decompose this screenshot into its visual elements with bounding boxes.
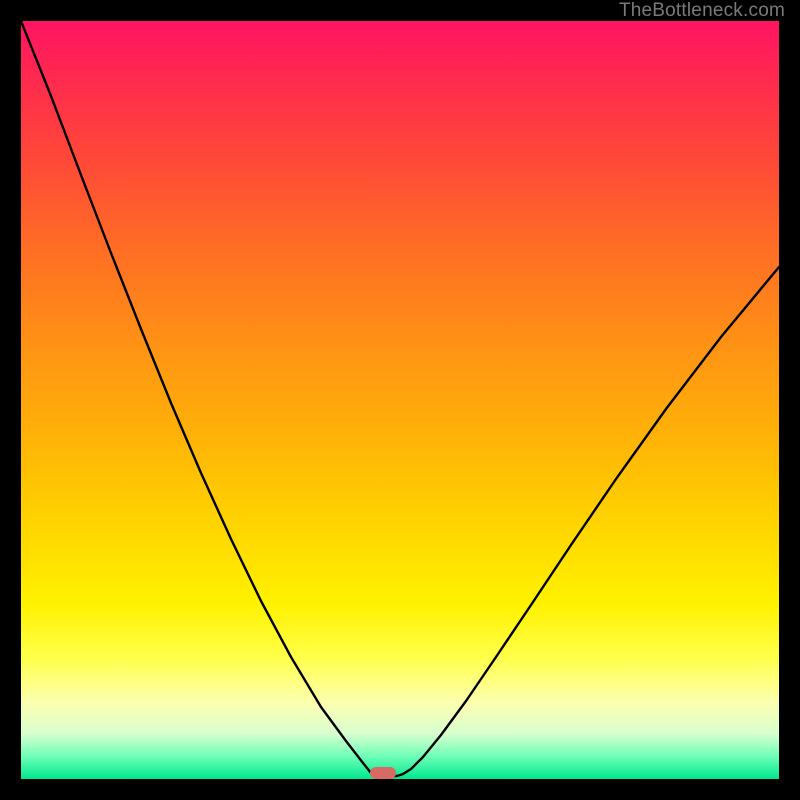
optimal-marker: [370, 767, 396, 779]
watermark-text: TheBottleneck.com: [619, 0, 785, 22]
bottleneck-curve: [21, 21, 779, 779]
curve-path: [21, 21, 779, 776]
plot-area: [21, 21, 779, 779]
chart-container: TheBottleneck.com: [0, 0, 800, 800]
